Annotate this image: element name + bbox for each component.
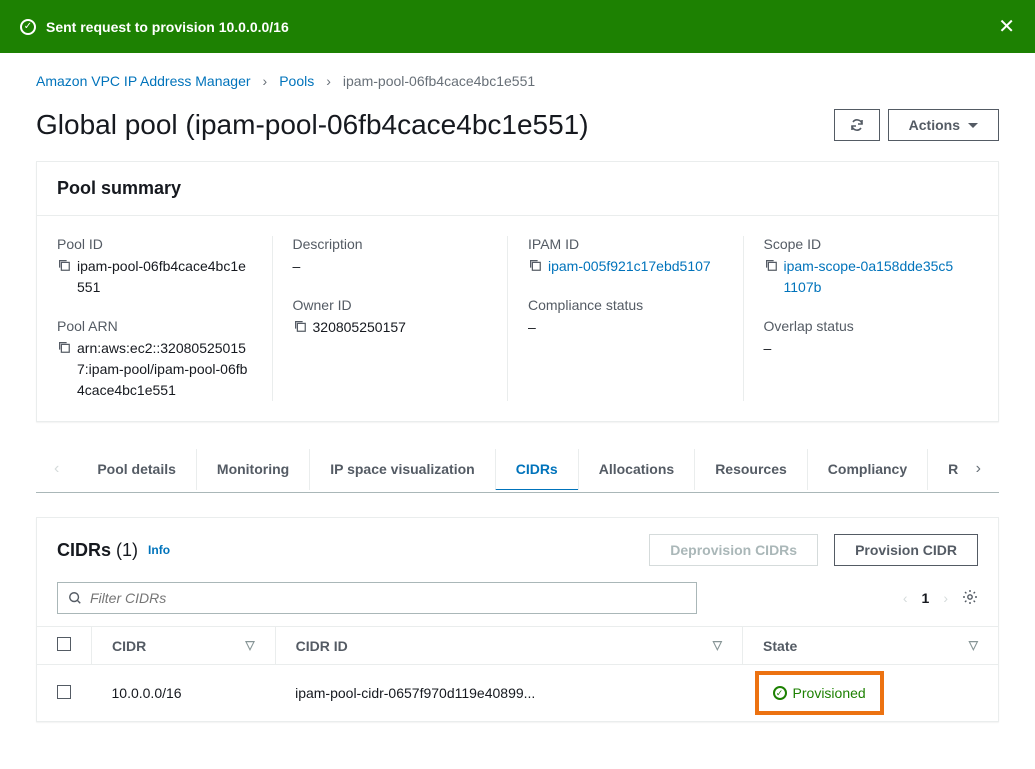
scope-id-label: Scope ID <box>764 236 959 252</box>
pager-current: 1 <box>922 590 930 606</box>
tab-cidrs[interactable]: CIDRs <box>495 449 578 490</box>
breadcrumb-current: ipam-pool-06fb4cace4bc1e551 <box>343 73 535 89</box>
pager-next[interactable]: › <box>943 590 948 606</box>
tabs-scroll-left[interactable]: ‹ <box>36 446 77 492</box>
overlap-label: Overlap status <box>764 318 959 334</box>
scope-id-link[interactable]: ipam-scope-0a158dde35c51107b <box>784 256 959 298</box>
pool-arn-value: arn:aws:ec2::320805250157:ipam-pool/ipam… <box>77 338 252 401</box>
ipam-id-label: IPAM ID <box>528 236 723 252</box>
pool-id-label: Pool ID <box>57 236 252 252</box>
pool-arn-label: Pool ARN <box>57 318 252 334</box>
cidrs-count: (1) <box>116 540 138 560</box>
summary-title: Pool summary <box>57 178 181 199</box>
refresh-icon <box>849 117 865 133</box>
compliance-value: – <box>528 317 723 338</box>
filter-input-wrap[interactable] <box>57 582 697 614</box>
tab-ip-space[interactable]: IP space visualization <box>309 449 494 490</box>
copy-icon[interactable] <box>57 340 71 354</box>
check-circle-icon: ✓ <box>20 19 36 35</box>
sort-icon: ▽ <box>969 638 978 652</box>
pool-id-value: ipam-pool-06fb4cace4bc1e551 <box>77 256 252 298</box>
pager-prev[interactable]: ‹ <box>903 590 908 606</box>
copy-icon[interactable] <box>293 319 307 333</box>
tab-pool-details[interactable]: Pool details <box>77 449 196 490</box>
tab-monitoring[interactable]: Monitoring <box>196 449 309 490</box>
sort-icon: ▽ <box>245 638 254 652</box>
tab-overflow[interactable]: Reso <box>927 449 958 490</box>
search-icon <box>68 591 82 605</box>
cidrs-section: CIDRs (1) Info Deprovision CIDRs Provisi… <box>36 517 999 722</box>
table-row[interactable]: 10.0.0.0/16 ipam-pool-cidr-0657f970d119e… <box>37 665 998 722</box>
col-state[interactable]: State▽ <box>743 627 998 665</box>
actions-label: Actions <box>909 117 960 133</box>
check-circle-icon: ✓ <box>773 686 787 700</box>
breadcrumb: Amazon VPC IP Address Manager › Pools › … <box>36 73 999 89</box>
chevron-down-icon <box>968 123 978 128</box>
actions-button[interactable]: Actions <box>888 109 999 141</box>
owner-id-label: Owner ID <box>293 297 488 313</box>
description-value: – <box>293 256 488 277</box>
cidr-id-cell: ipam-pool-cidr-0657f970d119e40899... <box>275 665 742 722</box>
chevron-right-icon: › <box>263 73 268 89</box>
banner-text: Sent request to provision 10.0.0.0/16 <box>46 19 998 35</box>
info-link[interactable]: Info <box>148 543 170 557</box>
chevron-right-icon: › <box>326 73 331 89</box>
cidrs-title-text: CIDRs <box>57 540 111 560</box>
deprovision-button[interactable]: Deprovision CIDRs <box>649 534 818 566</box>
ipam-id-link[interactable]: ipam-005f921c17ebd5107 <box>548 256 711 277</box>
provision-button[interactable]: Provision CIDR <box>834 534 978 566</box>
breadcrumb-link-pools[interactable]: Pools <box>279 73 314 89</box>
filter-input[interactable] <box>90 590 686 606</box>
tabs: ‹ Pool details Monitoring IP space visua… <box>36 446 999 493</box>
col-cidr-id[interactable]: CIDR ID▽ <box>275 627 742 665</box>
cidr-cell: 10.0.0.0/16 <box>92 665 276 722</box>
refresh-button[interactable] <box>834 109 880 141</box>
success-banner: ✓ Sent request to provision 10.0.0.0/16 … <box>0 0 1035 53</box>
copy-icon[interactable] <box>528 258 542 272</box>
col-cidr[interactable]: CIDR▽ <box>92 627 276 665</box>
copy-icon[interactable] <box>764 258 778 272</box>
tab-allocations[interactable]: Allocations <box>578 449 694 490</box>
breadcrumb-link-ipam[interactable]: Amazon VPC IP Address Manager <box>36 73 251 89</box>
cidrs-table: CIDR▽ CIDR ID▽ State▽ 10.0.0.0/16 ipam-p… <box>37 626 998 721</box>
close-icon[interactable]: ✕ <box>998 14 1015 39</box>
owner-id-value: 320805250157 <box>313 317 406 338</box>
tab-compliancy[interactable]: Compliancy <box>807 449 927 490</box>
pool-summary-panel: Pool summary Pool ID ipam-pool-06fb4cace… <box>36 161 999 422</box>
overlap-value: – <box>764 338 959 359</box>
gear-icon[interactable] <box>962 589 978 608</box>
description-label: Description <box>293 236 488 252</box>
state-highlight: ✓ Provisioned <box>755 671 884 715</box>
page-title: Global pool (ipam-pool-06fb4cace4bc1e551… <box>36 109 834 141</box>
tab-resources[interactable]: Resources <box>694 449 807 490</box>
row-checkbox[interactable] <box>57 685 71 699</box>
copy-icon[interactable] <box>57 258 71 272</box>
select-all-checkbox[interactable] <box>57 637 71 651</box>
cidrs-title: CIDRs (1) <box>57 540 138 561</box>
tabs-scroll-right[interactable]: › <box>958 446 999 492</box>
sort-icon: ▽ <box>713 638 722 652</box>
state-value: Provisioned <box>793 685 866 701</box>
compliance-label: Compliance status <box>528 297 723 313</box>
